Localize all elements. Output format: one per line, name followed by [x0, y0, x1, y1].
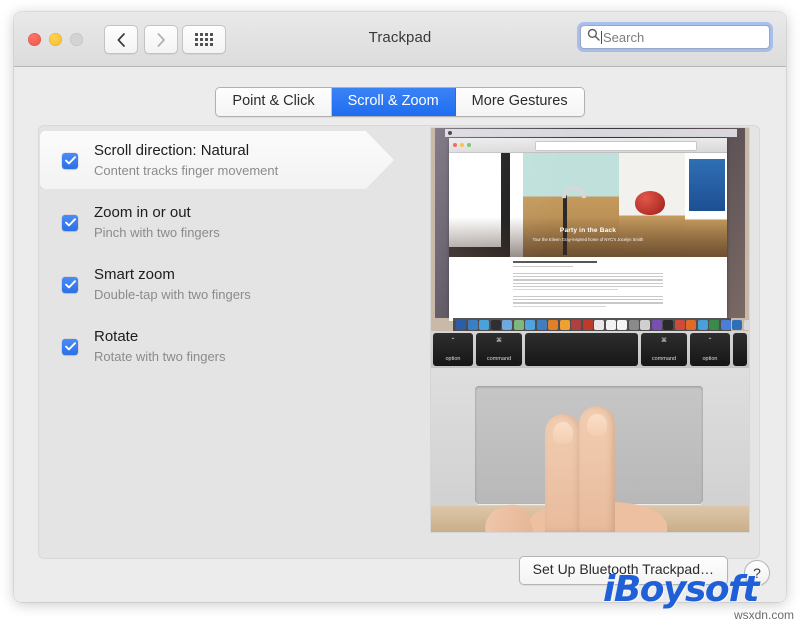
option-text-zoom-in-or-out: Zoom in or out Pinch with two fingers: [94, 203, 220, 242]
two-finger-gesture-hand: [527, 406, 657, 532]
key-option-left: ⌃ option: [433, 333, 473, 366]
option-title: Scroll direction: Natural: [94, 141, 278, 160]
checkbox-zoom-in-or-out[interactable]: [62, 215, 78, 231]
iboysoft-watermark: iBoysoft: [603, 569, 758, 610]
command-symbol-icon: ⌘: [476, 337, 522, 344]
key-label: command: [476, 356, 522, 362]
key-option-right: ⌃ option: [690, 333, 730, 366]
tab-bar: Point & Click Scroll & Zoom More Gesture…: [14, 87, 786, 117]
preferences-content: Point & Click Scroll & Zoom More Gesture…: [14, 67, 786, 602]
control-symbol-icon: ⌃: [433, 337, 473, 344]
option-title: Rotate: [94, 327, 226, 346]
key-label: option: [433, 356, 473, 362]
laptop-screen: Party in the Back Tour the Eileen Gray-i…: [435, 128, 745, 318]
macos-dock: [453, 318, 731, 331]
key-command-left: ⌘ command: [476, 333, 522, 366]
trackpad-preferences-window: Trackpad Search Point & Click Scroll & Z…: [14, 12, 786, 602]
site-watermark: wsxdn.com: [734, 608, 794, 622]
settings-panel: Scroll direction: Natural Content tracks…: [38, 125, 760, 559]
checkbox-rotate[interactable]: [62, 339, 78, 355]
gesture-options-list: Scroll direction: Natural Content tracks…: [38, 129, 428, 377]
option-text-scroll-direction: Scroll direction: Natural Content tracks…: [94, 141, 278, 180]
search-icon: [587, 28, 600, 46]
option-text-rotate: Rotate Rotate with two fingers: [94, 327, 226, 366]
finger-middle: [579, 406, 615, 532]
command-symbol-icon: ⌘: [641, 337, 687, 344]
checkbox-smart-zoom[interactable]: [62, 277, 78, 293]
option-subtitle: Pinch with two fingers: [94, 224, 220, 242]
option-row-scroll-direction[interactable]: Scroll direction: Natural Content tracks…: [38, 129, 428, 191]
option-text-smart-zoom: Smart zoom Double-tap with two fingers: [94, 265, 251, 304]
laptop-keyboard: ⌃ option ⌘ command ⌘ command ⌃ option: [431, 331, 749, 368]
key-label: command: [641, 356, 687, 362]
option-subtitle: Double-tap with two fingers: [94, 286, 251, 304]
tab-point-and-click[interactable]: Point & Click: [216, 88, 331, 116]
option-row-rotate[interactable]: Rotate Rotate with two fingers: [38, 315, 428, 377]
key-command-right: ⌘ command: [641, 333, 687, 366]
option-subtitle: Content tracks finger movement: [94, 162, 278, 180]
window-titlebar: Trackpad Search: [14, 12, 786, 67]
search-text-caret: [601, 31, 602, 44]
key-label: option: [690, 356, 730, 362]
tab-more-gestures[interactable]: More Gestures: [456, 88, 584, 116]
screen-glare: [435, 128, 745, 318]
option-title: Zoom in or out: [94, 203, 220, 222]
search-field[interactable]: Search: [580, 25, 770, 49]
key-spacebar: [525, 333, 638, 366]
option-row-zoom-in-or-out[interactable]: Zoom in or out Pinch with two fingers: [38, 191, 428, 253]
search-placeholder: Search: [603, 30, 644, 45]
key-arrow: [733, 333, 747, 366]
checkbox-scroll-direction[interactable]: [62, 153, 78, 169]
finger-index: [545, 414, 581, 532]
gesture-demo-video: Party in the Back Tour the Eileen Gray-i…: [431, 128, 749, 532]
control-symbol-icon: ⌃: [690, 337, 730, 344]
option-subtitle: Rotate with two fingers: [94, 348, 226, 366]
option-row-smart-zoom[interactable]: Smart zoom Double-tap with two fingers: [38, 253, 428, 315]
option-title: Smart zoom: [94, 265, 251, 284]
tab-scroll-and-zoom[interactable]: Scroll & Zoom: [332, 88, 456, 116]
